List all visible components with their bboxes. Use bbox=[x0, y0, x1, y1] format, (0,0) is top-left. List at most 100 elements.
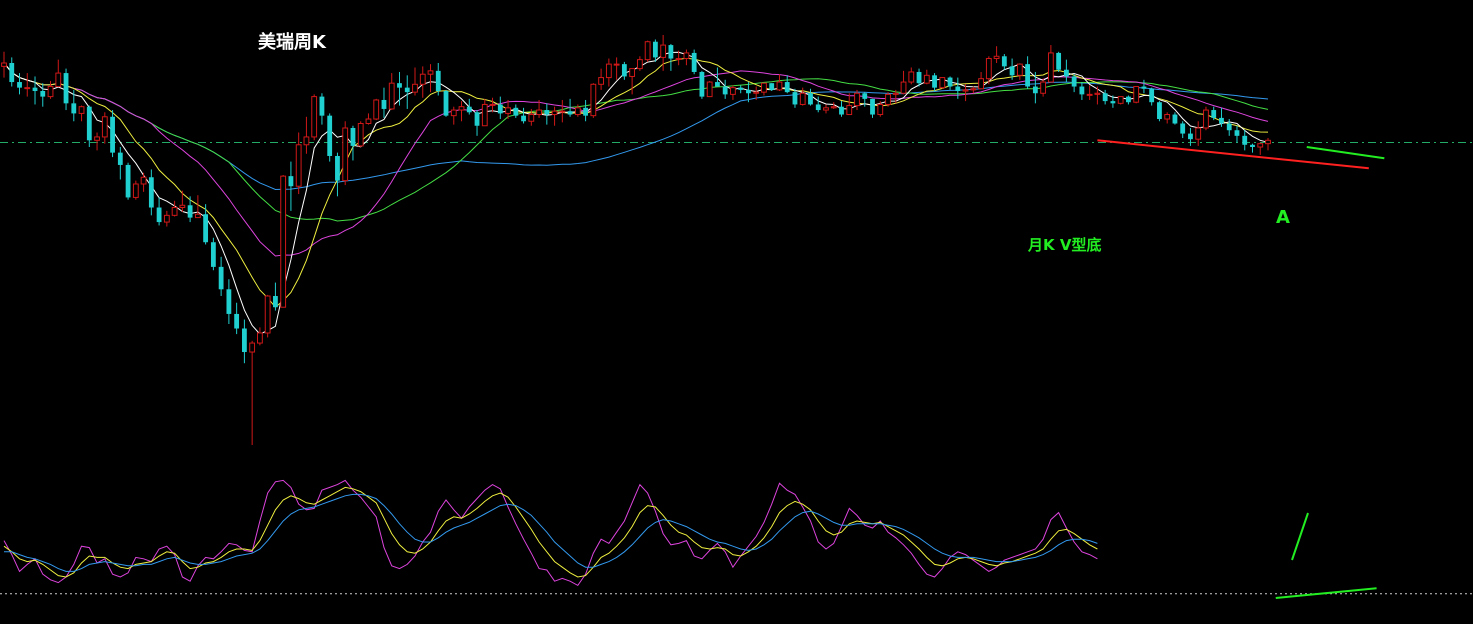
point-a-label: A bbox=[1276, 207, 1290, 228]
candle-body bbox=[1164, 114, 1171, 120]
candle-body bbox=[17, 82, 22, 88]
candle-body bbox=[210, 242, 216, 267]
candle-body bbox=[388, 82, 395, 110]
candle bbox=[590, 83, 597, 118]
candle-body bbox=[1025, 64, 1031, 87]
candle-body bbox=[706, 81, 713, 98]
candle bbox=[311, 94, 318, 141]
candle-body bbox=[877, 103, 884, 116]
candle-body bbox=[862, 93, 868, 99]
candle-body bbox=[536, 109, 542, 116]
candle-body bbox=[71, 103, 77, 114]
candle-body bbox=[148, 177, 154, 208]
candle bbox=[1157, 101, 1162, 122]
candle-body bbox=[652, 41, 658, 58]
candle-body bbox=[660, 44, 667, 58]
candle-body bbox=[1242, 135, 1248, 145]
candle-body bbox=[273, 296, 278, 308]
candle-body bbox=[466, 106, 472, 113]
candle-body bbox=[163, 214, 170, 223]
candle-body bbox=[288, 176, 294, 187]
candle-body bbox=[784, 82, 790, 93]
candle-body bbox=[1071, 76, 1077, 87]
candle-body bbox=[1063, 69, 1069, 77]
candle-body bbox=[412, 83, 418, 93]
candle bbox=[1117, 96, 1124, 105]
candle-body bbox=[187, 205, 193, 218]
candle-body bbox=[521, 115, 526, 122]
candle-body bbox=[1102, 93, 1108, 102]
candle-body bbox=[264, 295, 271, 334]
candle-body bbox=[256, 332, 263, 344]
candle-body bbox=[350, 127, 356, 146]
candle-body bbox=[86, 106, 92, 141]
candle bbox=[885, 92, 891, 107]
chart-background bbox=[0, 0, 1473, 624]
candle-body bbox=[280, 175, 287, 308]
candle bbox=[280, 175, 287, 308]
candle-body bbox=[234, 313, 240, 329]
candle-body bbox=[443, 91, 449, 116]
candle-body bbox=[970, 88, 977, 91]
candle-body bbox=[1211, 110, 1217, 118]
candle-body bbox=[668, 45, 674, 59]
candle-body bbox=[1056, 52, 1062, 70]
candle bbox=[1203, 106, 1209, 131]
candle-body bbox=[110, 116, 115, 153]
candle-body bbox=[1110, 101, 1116, 104]
candle-body bbox=[551, 110, 558, 116]
candle-body bbox=[574, 107, 581, 116]
candle-body bbox=[730, 87, 736, 95]
candle-body bbox=[179, 204, 186, 209]
candle-body bbox=[900, 81, 907, 94]
candle-body bbox=[132, 183, 139, 198]
candle-body bbox=[815, 104, 821, 111]
candle-body bbox=[505, 107, 511, 114]
candle-body bbox=[78, 106, 85, 114]
candle-body bbox=[885, 93, 891, 105]
candle-body bbox=[799, 92, 806, 105]
candle-body bbox=[241, 328, 247, 353]
candle bbox=[939, 77, 946, 89]
candle-body bbox=[746, 89, 751, 94]
candle bbox=[125, 162, 131, 200]
candle-body bbox=[823, 107, 829, 111]
candle-body bbox=[916, 71, 922, 84]
candle-body bbox=[808, 93, 813, 105]
candle-body bbox=[1234, 130, 1240, 136]
candle-body bbox=[629, 68, 636, 77]
candle-body bbox=[101, 116, 108, 138]
candle-body bbox=[218, 266, 224, 290]
candle-body bbox=[955, 86, 961, 92]
candle-body bbox=[311, 96, 318, 138]
candle-body bbox=[892, 92, 899, 95]
candle-body bbox=[854, 92, 860, 107]
candle-body bbox=[605, 63, 612, 79]
candle-body bbox=[738, 87, 744, 90]
candle-body bbox=[769, 83, 775, 90]
candle-body bbox=[373, 99, 380, 120]
candle-body bbox=[458, 106, 465, 111]
candle-body bbox=[474, 112, 480, 126]
candle-body bbox=[846, 105, 853, 116]
candle-body bbox=[1203, 109, 1209, 129]
candle-body bbox=[1157, 102, 1162, 120]
candle-body bbox=[1117, 96, 1124, 104]
candle-body bbox=[962, 89, 969, 92]
candle-body bbox=[1, 62, 7, 67]
candle bbox=[644, 40, 651, 62]
candle-body bbox=[419, 73, 426, 85]
candle-body bbox=[1032, 86, 1038, 94]
candle-body bbox=[830, 106, 837, 109]
candle-body bbox=[171, 207, 178, 216]
candle-body bbox=[792, 92, 798, 105]
candle-body bbox=[94, 136, 100, 141]
candle-body bbox=[1226, 123, 1232, 131]
candle-body bbox=[923, 74, 930, 84]
candle-body bbox=[1133, 86, 1140, 103]
candle-body bbox=[335, 155, 340, 181]
candle-body bbox=[342, 127, 349, 182]
candle-body bbox=[1172, 114, 1178, 124]
candle-body bbox=[993, 55, 1000, 60]
candle-body bbox=[249, 342, 256, 353]
